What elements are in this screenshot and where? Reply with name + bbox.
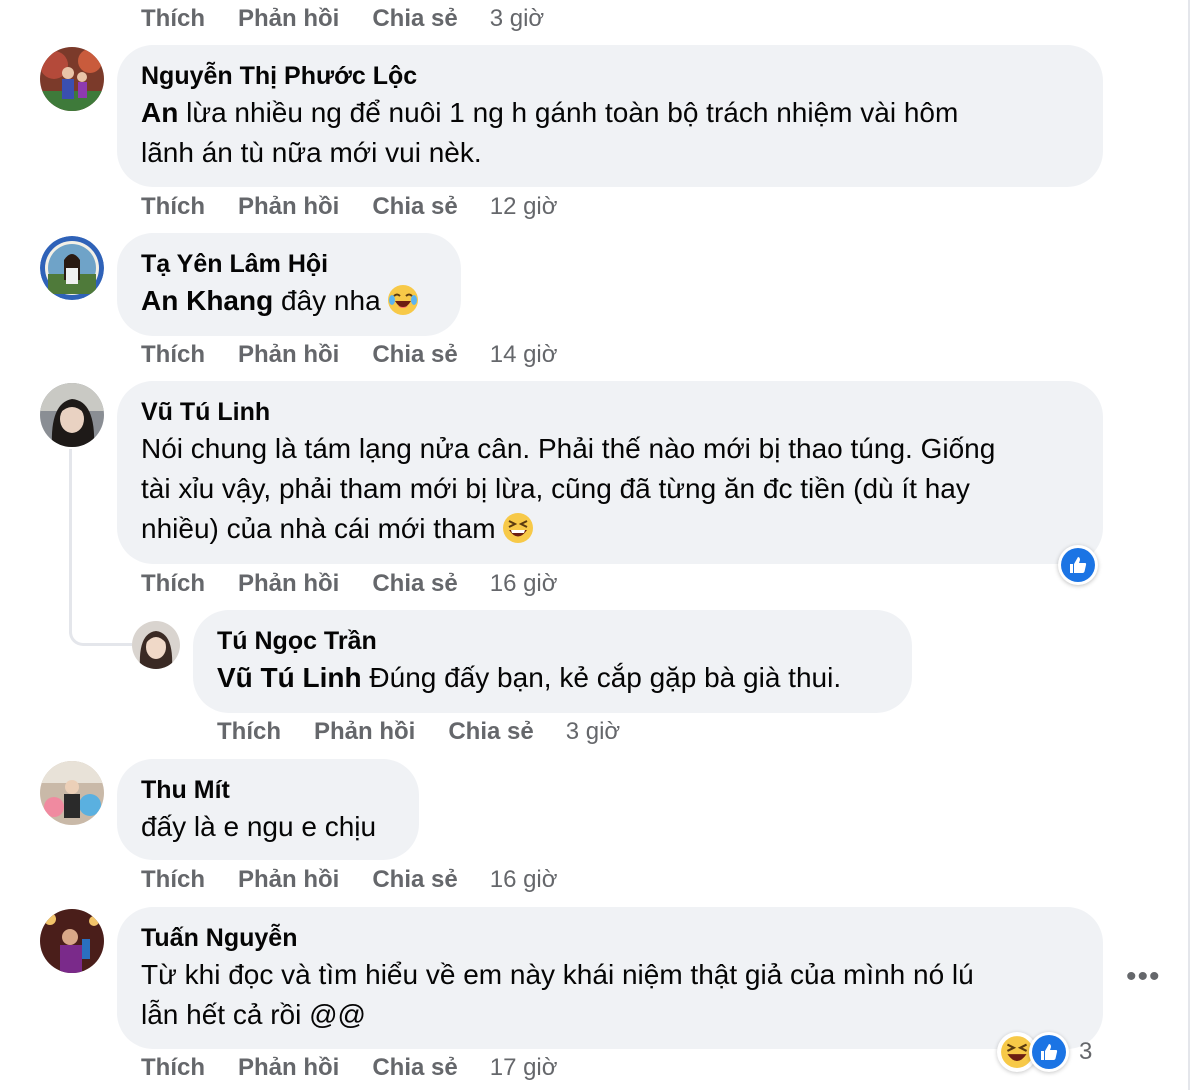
share-button[interactable]: Chia sẻ: [372, 5, 457, 33]
author-name[interactable]: Tạ Yên Lâm Hội: [141, 247, 437, 281]
laugh-tears-emoji-icon: [387, 284, 419, 316]
avatar[interactable]: [132, 621, 180, 669]
comment-timestamp[interactable]: 17 giờ: [490, 1054, 558, 1082]
comment-actions: Thích Phản hồi Chia sẻ 12 giờ: [141, 191, 558, 223]
comment-bubble: Thu Mít đấy là e ngu e chịu: [117, 759, 419, 860]
avatar[interactable]: [40, 236, 104, 300]
reply-button[interactable]: Phản hồi: [238, 1054, 339, 1082]
share-button[interactable]: Chia sẻ: [372, 570, 457, 598]
like-button[interactable]: Thích: [217, 718, 281, 746]
like-button[interactable]: Thích: [141, 5, 205, 33]
comment-actions: Thích Phản hồi Chia sẻ 16 giờ: [141, 568, 558, 600]
reply-button[interactable]: Phản hồi: [238, 866, 339, 894]
comment-timestamp[interactable]: 14 giờ: [490, 341, 558, 369]
comment-timestamp[interactable]: 3 giờ: [490, 5, 544, 33]
share-button[interactable]: Chia sẻ: [372, 341, 457, 369]
author-name[interactable]: Nguyễn Thị Phước Lộc: [141, 59, 1079, 93]
author-name[interactable]: Vũ Tú Linh: [141, 395, 1079, 429]
reaction-summary[interactable]: 3: [997, 1030, 1092, 1074]
thumbs-up-icon: [1070, 557, 1087, 573]
reaction-count: 3: [1079, 1038, 1093, 1065]
comment-text: Vũ Tú Linh Đúng đấy bạn, kẻ cắp gặp bà g…: [217, 662, 842, 693]
like-button[interactable]: Thích: [141, 570, 205, 598]
like-button[interactable]: Thích: [141, 866, 205, 894]
comment-timestamp[interactable]: 12 giờ: [490, 193, 558, 221]
comment-bubble: Tạ Yên Lâm Hội An Khang đây nha: [117, 233, 461, 336]
author-name[interactable]: Tú Ngọc Trần: [217, 624, 888, 658]
avatar[interactable]: [40, 909, 104, 973]
comment-actions: Thích Phản hồi Chia sẻ 3 giờ: [217, 716, 620, 748]
comment-timestamp[interactable]: 16 giờ: [490, 866, 558, 894]
comment-text: Nói chung là tám lạng nửa cân. Phải thế …: [141, 433, 996, 464]
avatar[interactable]: [40, 383, 104, 447]
share-button[interactable]: Chia sẻ: [372, 866, 457, 894]
comment-bubble: Tuấn Nguyễn Từ khi đọc và tìm hiểu về em…: [117, 907, 1103, 1049]
like-button[interactable]: Thích: [141, 193, 205, 221]
reply-button[interactable]: Phản hồi: [238, 341, 339, 369]
comment-bubble: Nguyễn Thị Phước Lộc An lừa nhiều ng để …: [117, 45, 1103, 187]
grin-squint-emoji-icon: [502, 512, 534, 544]
comment-text: lãnh án tù nữa mới vui nèk.: [141, 137, 482, 168]
avatar[interactable]: [40, 761, 104, 825]
reply-bubble: Tú Ngọc Trần Vũ Tú Linh Đúng đấy bạn, kẻ…: [193, 610, 912, 713]
author-name[interactable]: Thu Mít: [141, 773, 395, 807]
comment-text: Từ khi đọc và tìm hiểu về em này khái ni…: [141, 959, 974, 990]
comment-text: An Khang đây nha: [141, 281, 437, 321]
comment-bubble: Vũ Tú Linh Nói chung là tám lạng nửa cân…: [117, 381, 1103, 564]
reply-button[interactable]: Phản hồi: [314, 718, 415, 746]
mention-link[interactable]: Vũ Tú Linh: [217, 662, 362, 693]
like-reaction-icon: [1029, 1032, 1069, 1072]
comment-actions: Thích Phản hồi Chia sẻ 14 giờ: [141, 339, 558, 371]
share-button[interactable]: Chia sẻ: [372, 1054, 457, 1082]
comment-text: tài xỉu vậy, phải tham mới bị lừa, cũng …: [141, 473, 970, 504]
mention-link[interactable]: An Khang: [141, 285, 273, 316]
avatar[interactable]: [40, 47, 104, 111]
mention-link[interactable]: An: [141, 97, 178, 128]
reply-button[interactable]: Phản hồi: [238, 5, 339, 33]
more-options-icon[interactable]: •••: [1126, 960, 1161, 994]
comment-text: lẫn hết cả rồi @@: [141, 999, 366, 1030]
comment-actions: Thích Phản hồi Chia sẻ 3 giờ: [141, 3, 544, 35]
reaction-like-badge[interactable]: [1058, 545, 1098, 585]
reply-button[interactable]: Phản hồi: [238, 570, 339, 598]
comment-text: An lừa nhiều ng để nuôi 1 ng h gánh toàn…: [141, 97, 959, 128]
comment-timestamp[interactable]: 16 giờ: [490, 570, 558, 598]
share-button[interactable]: Chia sẻ: [372, 193, 457, 221]
comment-timestamp[interactable]: 3 giờ: [566, 718, 620, 746]
share-button[interactable]: Chia sẻ: [448, 718, 533, 746]
author-name[interactable]: Tuấn Nguyễn: [141, 921, 1079, 955]
comment-actions: Thích Phản hồi Chia sẻ 17 giờ: [141, 1052, 558, 1084]
comment-text: đấy là e ngu e chịu: [141, 811, 377, 842]
like-button[interactable]: Thích: [141, 341, 205, 369]
reply-button[interactable]: Phản hồi: [238, 193, 339, 221]
comment-actions: Thích Phản hồi Chia sẻ 16 giờ: [141, 864, 558, 896]
comment-text: nhiều) của nhà cái mới tham: [141, 509, 1079, 549]
like-button[interactable]: Thích: [141, 1054, 205, 1082]
